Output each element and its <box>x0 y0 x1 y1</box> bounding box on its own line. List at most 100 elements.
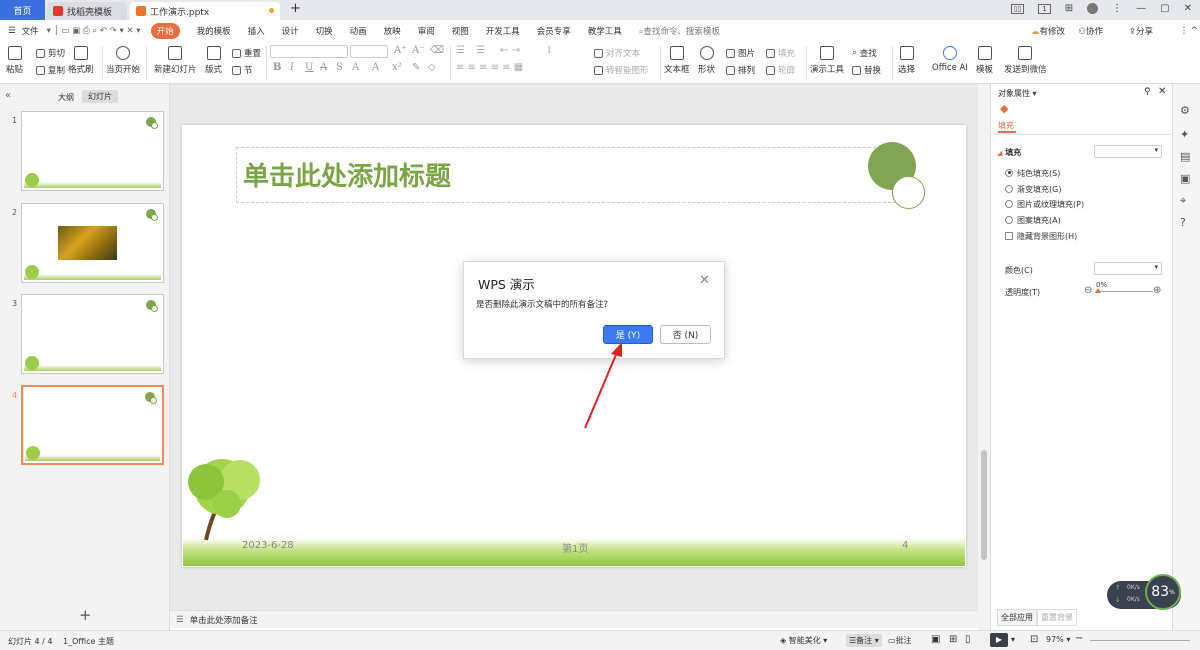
section-button[interactable]: 节 <box>232 64 253 76</box>
no-button[interactable]: 否 (N) <box>660 325 711 344</box>
zoom-slider[interactable] <box>1090 640 1190 641</box>
dialog-close-icon[interactable]: ✕ <box>699 273 710 288</box>
bold-button[interactable]: B <box>273 62 281 73</box>
theme-name[interactable]: 1_Office 主题 <box>63 636 114 647</box>
smart-shape-button[interactable]: 转智能图形 <box>594 64 649 76</box>
tab-outline[interactable]: 大纲 <box>58 92 74 103</box>
add-slide-button[interactable]: + <box>79 606 92 624</box>
radio-solid-fill[interactable]: 纯色填充(S) <box>1005 168 1060 179</box>
fill-color-icon[interactable]: ◇ <box>428 62 436 73</box>
animation-icon[interactable]: ✦ <box>1180 128 1189 141</box>
highlight-icon[interactable]: A <box>372 62 379 73</box>
font-shrink-button[interactable]: A⁻ <box>412 45 425 56</box>
replace-button[interactable]: 替换 <box>852 64 881 76</box>
reset-background-button[interactable]: 重置背景 <box>1037 609 1077 626</box>
close-window-icon[interactable]: ✕ <box>1184 3 1192 14</box>
pin-icon[interactable]: ⚲ <box>1144 87 1151 97</box>
minimize-icon[interactable]: — <box>1136 3 1146 14</box>
textbox-button[interactable]: 文本框 <box>664 46 690 75</box>
apply-all-button[interactable]: 全部应用 <box>997 609 1037 626</box>
notes-bar[interactable]: ☰ 单击此处添加备注 <box>170 610 978 628</box>
find-button[interactable]: ⌕ 查找 <box>852 47 877 59</box>
play-slideshow-button[interactable]: ▶ <box>990 633 1008 647</box>
slide-thumbnail-3[interactable] <box>21 294 164 374</box>
font-name-select[interactable] <box>270 45 348 58</box>
collapse-panel-icon[interactable]: « <box>5 90 11 101</box>
align-icons[interactable]: ≡ ≡ ≡ ≡ ≡ ▦ <box>456 62 523 73</box>
menu-design[interactable]: 设计 <box>282 25 299 37</box>
tab-template[interactable]: 找稻壳模板 <box>47 2 127 20</box>
menu-developer[interactable]: 开发工具 <box>486 25 520 37</box>
bullet-list-icon[interactable]: ☰ <box>456 45 465 56</box>
zoom-out-icon[interactable]: − <box>1075 633 1083 644</box>
fill-section-header[interactable]: ◢ 填充 <box>997 147 1021 158</box>
clear-format-icon[interactable]: ⌫ <box>430 45 444 56</box>
reset-button[interactable]: 重置 <box>232 47 261 59</box>
avatar[interactable] <box>1087 3 1099 14</box>
slider-handle[interactable] <box>1095 288 1101 293</box>
help-icon[interactable]: ? <box>1180 216 1186 229</box>
maximize-icon[interactable]: ▢ <box>1160 3 1169 14</box>
grid-icon[interactable]: ⊞ <box>1065 3 1073 14</box>
menu-insert[interactable]: 插入 <box>248 25 265 37</box>
normal-view-icon[interactable]: ▣ <box>931 634 940 645</box>
tab-fill[interactable]: 填充 <box>998 120 1014 131</box>
indent-icon[interactable]: ⇤ ⇥ <box>500 45 520 56</box>
notes-toggle[interactable]: ☰备注 ▾ <box>846 634 882 647</box>
slide-title[interactable]: 单击此处添加标题 <box>243 156 451 193</box>
sorter-view-icon[interactable]: ⊞ <box>949 634 957 645</box>
menu-animation[interactable]: 动画 <box>350 25 367 37</box>
zoom-level[interactable]: 97% ▾ <box>1046 635 1070 644</box>
hamburger-icon[interactable]: ☰ <box>8 26 16 36</box>
tab-home[interactable]: 首页 <box>0 0 45 20</box>
memory-usage-gauge[interactable]: 83% <box>1145 574 1181 610</box>
more-icon[interactable]: ⋮ <box>1112 3 1122 14</box>
text-effect-icon[interactable]: ✎ <box>412 62 420 73</box>
arrange-button[interactable]: 排列 <box>726 64 755 76</box>
numbered-list-icon[interactable]: ☰ <box>476 45 485 56</box>
sync-status[interactable]: ☁有修改 <box>1031 25 1065 37</box>
shadow-button[interactable]: S <box>336 62 343 73</box>
slide-thumbnail-4[interactable] <box>21 385 164 465</box>
transparency-slider[interactable] <box>1097 291 1153 292</box>
scrollbar-thumb[interactable] <box>981 450 987 560</box>
properties-icon[interactable]: ⚙ <box>1180 104 1190 117</box>
reading-view-icon[interactable]: ▯ <box>965 634 971 645</box>
color-picker[interactable]: ▾ <box>1094 262 1162 275</box>
shape-button[interactable]: 形状 <box>698 46 715 75</box>
menu-review[interactable]: 审阅 <box>418 25 435 37</box>
plus-icon[interactable]: ⊕ <box>1153 285 1161 296</box>
superscript-icon[interactable]: x² <box>392 62 402 73</box>
picture-button[interactable]: 图片 <box>726 47 755 59</box>
format-painter-button[interactable]: 格式刷 <box>68 46 94 75</box>
send-wechat-button[interactable]: 发送到微信 <box>1004 46 1047 75</box>
image-icon[interactable]: ▣ <box>1180 172 1190 185</box>
fill-button[interactable]: 填充 <box>766 47 795 59</box>
share-button[interactable]: ⇪分享 <box>1129 25 1153 37</box>
outline-button[interactable]: 轮廓 <box>766 64 795 76</box>
cut-button[interactable]: 剪切 <box>36 47 65 59</box>
badge-count[interactable]: 1 <box>1038 3 1051 14</box>
more-menu-icon[interactable]: ⋮ ^ <box>1180 26 1198 36</box>
menu-my-templates[interactable]: 我的模板 <box>197 25 231 37</box>
font-color-icon[interactable]: A <box>352 62 359 73</box>
office-ai-button[interactable]: Office AI <box>932 46 968 73</box>
slide-thumbnail-2[interactable] <box>21 203 164 283</box>
fit-window-icon[interactable]: ⊡ <box>1030 634 1038 645</box>
underline-button[interactable]: U <box>305 62 313 73</box>
strike-button[interactable]: A <box>320 62 327 73</box>
select-button[interactable]: 选择 <box>898 46 915 75</box>
copy-format-icon[interactable]: ▤ <box>1180 150 1190 163</box>
copy-button[interactable]: 复制 <box>36 64 65 76</box>
beautify-button[interactable]: ◈ 智能美化 ▾ <box>780 635 827 646</box>
layout-icon[interactable]: ▯▯ <box>1010 3 1025 14</box>
menu-transition[interactable]: 切换 <box>316 25 333 37</box>
template-button[interactable]: 模板 <box>976 46 993 75</box>
command-search[interactable]: ⌕查找命令、搜索模板 <box>639 25 720 37</box>
line-spacing-icon[interactable]: ↕ <box>545 45 553 56</box>
paste-button[interactable]: 粘贴 <box>6 46 23 75</box>
menu-vip[interactable]: 会员专享 <box>537 25 571 37</box>
comments-toggle[interactable]: ▭批注 <box>888 635 912 646</box>
present-tools-button[interactable]: 演示工具 <box>810 46 844 75</box>
menu-slideshow[interactable]: 放映 <box>384 25 401 37</box>
